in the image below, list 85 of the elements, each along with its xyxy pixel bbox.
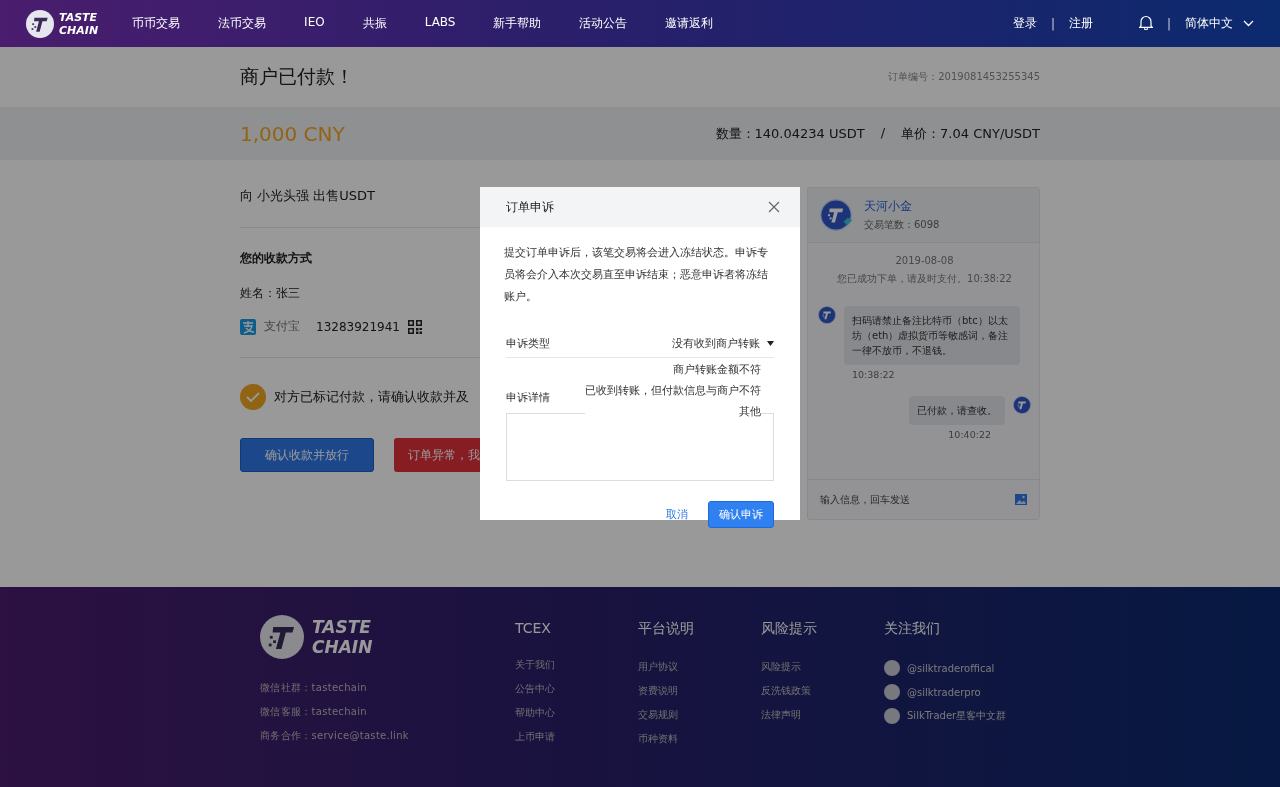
dropdown-option[interactable]: 已收到转账，但付款信息与商户不符 bbox=[585, 380, 761, 401]
social-link[interactable]: SilkTrader星客中文群 bbox=[884, 708, 1007, 724]
nav-link[interactable]: IEO bbox=[304, 15, 325, 32]
confirm-button[interactable]: 确认申诉 bbox=[708, 501, 774, 528]
nav-link[interactable]: 币币交易 bbox=[132, 15, 181, 32]
separator: / bbox=[880, 124, 886, 142]
chat-bubble: 扫码请禁止备注比特币（btc）以太坊（eth）虚拟货币等敏感词，备注一律不放币，不退钱。 bbox=[844, 306, 1020, 365]
payee-name: 姓名：张三 bbox=[240, 285, 300, 302]
avatar-icon bbox=[820, 199, 852, 231]
trade-summary: 向 小光头强 出售USDT bbox=[240, 187, 375, 228]
account-number: 13283921941 bbox=[316, 319, 400, 334]
contact-info: 微信社群：tastechain bbox=[260, 681, 368, 695]
footer-heading: 平台说明 bbox=[638, 620, 695, 638]
chat-bubble: 已付款，请查收。 bbox=[909, 396, 1005, 425]
footer-link[interactable]: 交易规则 bbox=[638, 708, 761, 722]
chevron-down-icon bbox=[1243, 20, 1254, 27]
nav-link[interactable]: 共振 bbox=[362, 15, 387, 32]
message-input[interactable]: 输入信息，回车发送 bbox=[820, 492, 910, 507]
action-button[interactable]: 确认收款并放行 bbox=[240, 438, 374, 472]
contact-info: 微信客服：tastechain bbox=[260, 705, 368, 719]
check-circle-icon bbox=[240, 384, 266, 410]
dialog-title: 订单申诉 bbox=[506, 198, 554, 216]
dialog-description: 提交订单申诉后，该笔交易将会进入冻结状态。申诉专员将会介入本次交易直至申诉结束；恶意申诉者将冻结账户。 bbox=[503, 245, 769, 304]
social-link[interactable]: @silktraderoffical bbox=[884, 660, 1007, 676]
footer-link[interactable]: 上币申请 bbox=[515, 730, 638, 744]
logo-text: TASTE bbox=[312, 617, 372, 637]
message-time: 10:38:22 bbox=[852, 369, 896, 380]
close-icon[interactable] bbox=[768, 201, 780, 213]
nav-link[interactable]: 活动公告 bbox=[579, 15, 628, 32]
footer-link[interactable]: 用户协议 bbox=[638, 660, 761, 674]
nav-link[interactable]: 法币交易 bbox=[218, 15, 267, 32]
footer-heading: 关注我们 bbox=[884, 620, 941, 638]
register-link[interactable]: 注册 bbox=[1068, 15, 1093, 32]
footer-heading: 风险提示 bbox=[761, 620, 818, 638]
footer-link[interactable]: 公告中心 bbox=[515, 682, 638, 696]
social-icon bbox=[884, 684, 900, 700]
footer-heading: TCEX bbox=[515, 620, 552, 636]
social-link[interactable]: @silktraderpro bbox=[884, 684, 1007, 700]
merchant-name[interactable]: 天河小金 bbox=[864, 198, 940, 215]
system-message: 您已成功下单，请及时支付。10:38:22 bbox=[836, 272, 1013, 286]
footer-link[interactable]: 风险提示 bbox=[761, 660, 884, 674]
section-heading: 您的收款方式 bbox=[240, 250, 312, 267]
logo-text: CHAIN bbox=[312, 637, 373, 657]
page-title: 商户已付款！ bbox=[240, 64, 354, 89]
nav-link[interactable]: 邀请返利 bbox=[665, 15, 714, 32]
logo-text: TASTE bbox=[59, 10, 99, 24]
separator: | bbox=[1050, 16, 1055, 31]
field-label: 申诉类型 bbox=[506, 335, 550, 351]
amount: 1,000 CNY bbox=[240, 121, 345, 146]
language-selector[interactable]: 简体中文 bbox=[1185, 15, 1254, 32]
social-icon bbox=[884, 708, 900, 724]
cancel-link[interactable]: 取消 bbox=[666, 507, 688, 522]
appeal-type-select[interactable]: 没有收到商户转账 bbox=[672, 335, 774, 351]
separator: | bbox=[1166, 16, 1171, 31]
nav-link[interactable]: LABS bbox=[424, 15, 456, 32]
footer-link[interactable]: 反洗钱政策 bbox=[761, 684, 884, 698]
footer-link[interactable]: 资费说明 bbox=[638, 684, 761, 698]
image-icon[interactable] bbox=[1015, 494, 1027, 505]
payment-method: 支付宝 bbox=[264, 318, 300, 335]
contact-info: 商务合作：service@taste.link bbox=[260, 729, 410, 743]
qr-code-icon[interactable] bbox=[408, 319, 422, 334]
footer-link[interactable]: 法律声明 bbox=[761, 708, 884, 722]
logo-text: CHAIN bbox=[59, 23, 99, 37]
login-link[interactable]: 登录 bbox=[1012, 15, 1037, 32]
message-time: 10:40:22 bbox=[948, 429, 991, 440]
payment-notice: 对方已标记付款，请确认收款并及 bbox=[274, 388, 469, 406]
footer-link[interactable]: 帮助中心 bbox=[515, 706, 638, 720]
footer-link[interactable]: 关于我们 bbox=[515, 658, 638, 672]
field-label: 申诉详情 bbox=[506, 390, 550, 405]
payment-app-icon bbox=[240, 318, 256, 335]
caret-icon bbox=[767, 340, 774, 346]
avatar-icon bbox=[1013, 396, 1031, 414]
nav-link[interactable]: 新手帮助 bbox=[493, 15, 542, 32]
unit-price: 单价：7.04 CNY/USDT bbox=[901, 124, 1040, 143]
avatar-icon bbox=[818, 306, 836, 324]
dropdown-option[interactable]: 商户转账金额不符 bbox=[673, 359, 761, 380]
social-icon bbox=[884, 660, 900, 676]
bell-icon[interactable] bbox=[1138, 14, 1153, 30]
logo-icon bbox=[260, 615, 304, 659]
logo-icon bbox=[26, 9, 54, 38]
dropdown-option[interactable]: 其他 bbox=[739, 401, 761, 422]
chat-date: 2019-08-08 bbox=[894, 255, 955, 266]
footer-link[interactable]: 币种资料 bbox=[638, 732, 761, 746]
trade-count: 交易笔数：6098 bbox=[864, 218, 940, 232]
quantity: 数量：140.04234 USDT bbox=[715, 124, 865, 143]
